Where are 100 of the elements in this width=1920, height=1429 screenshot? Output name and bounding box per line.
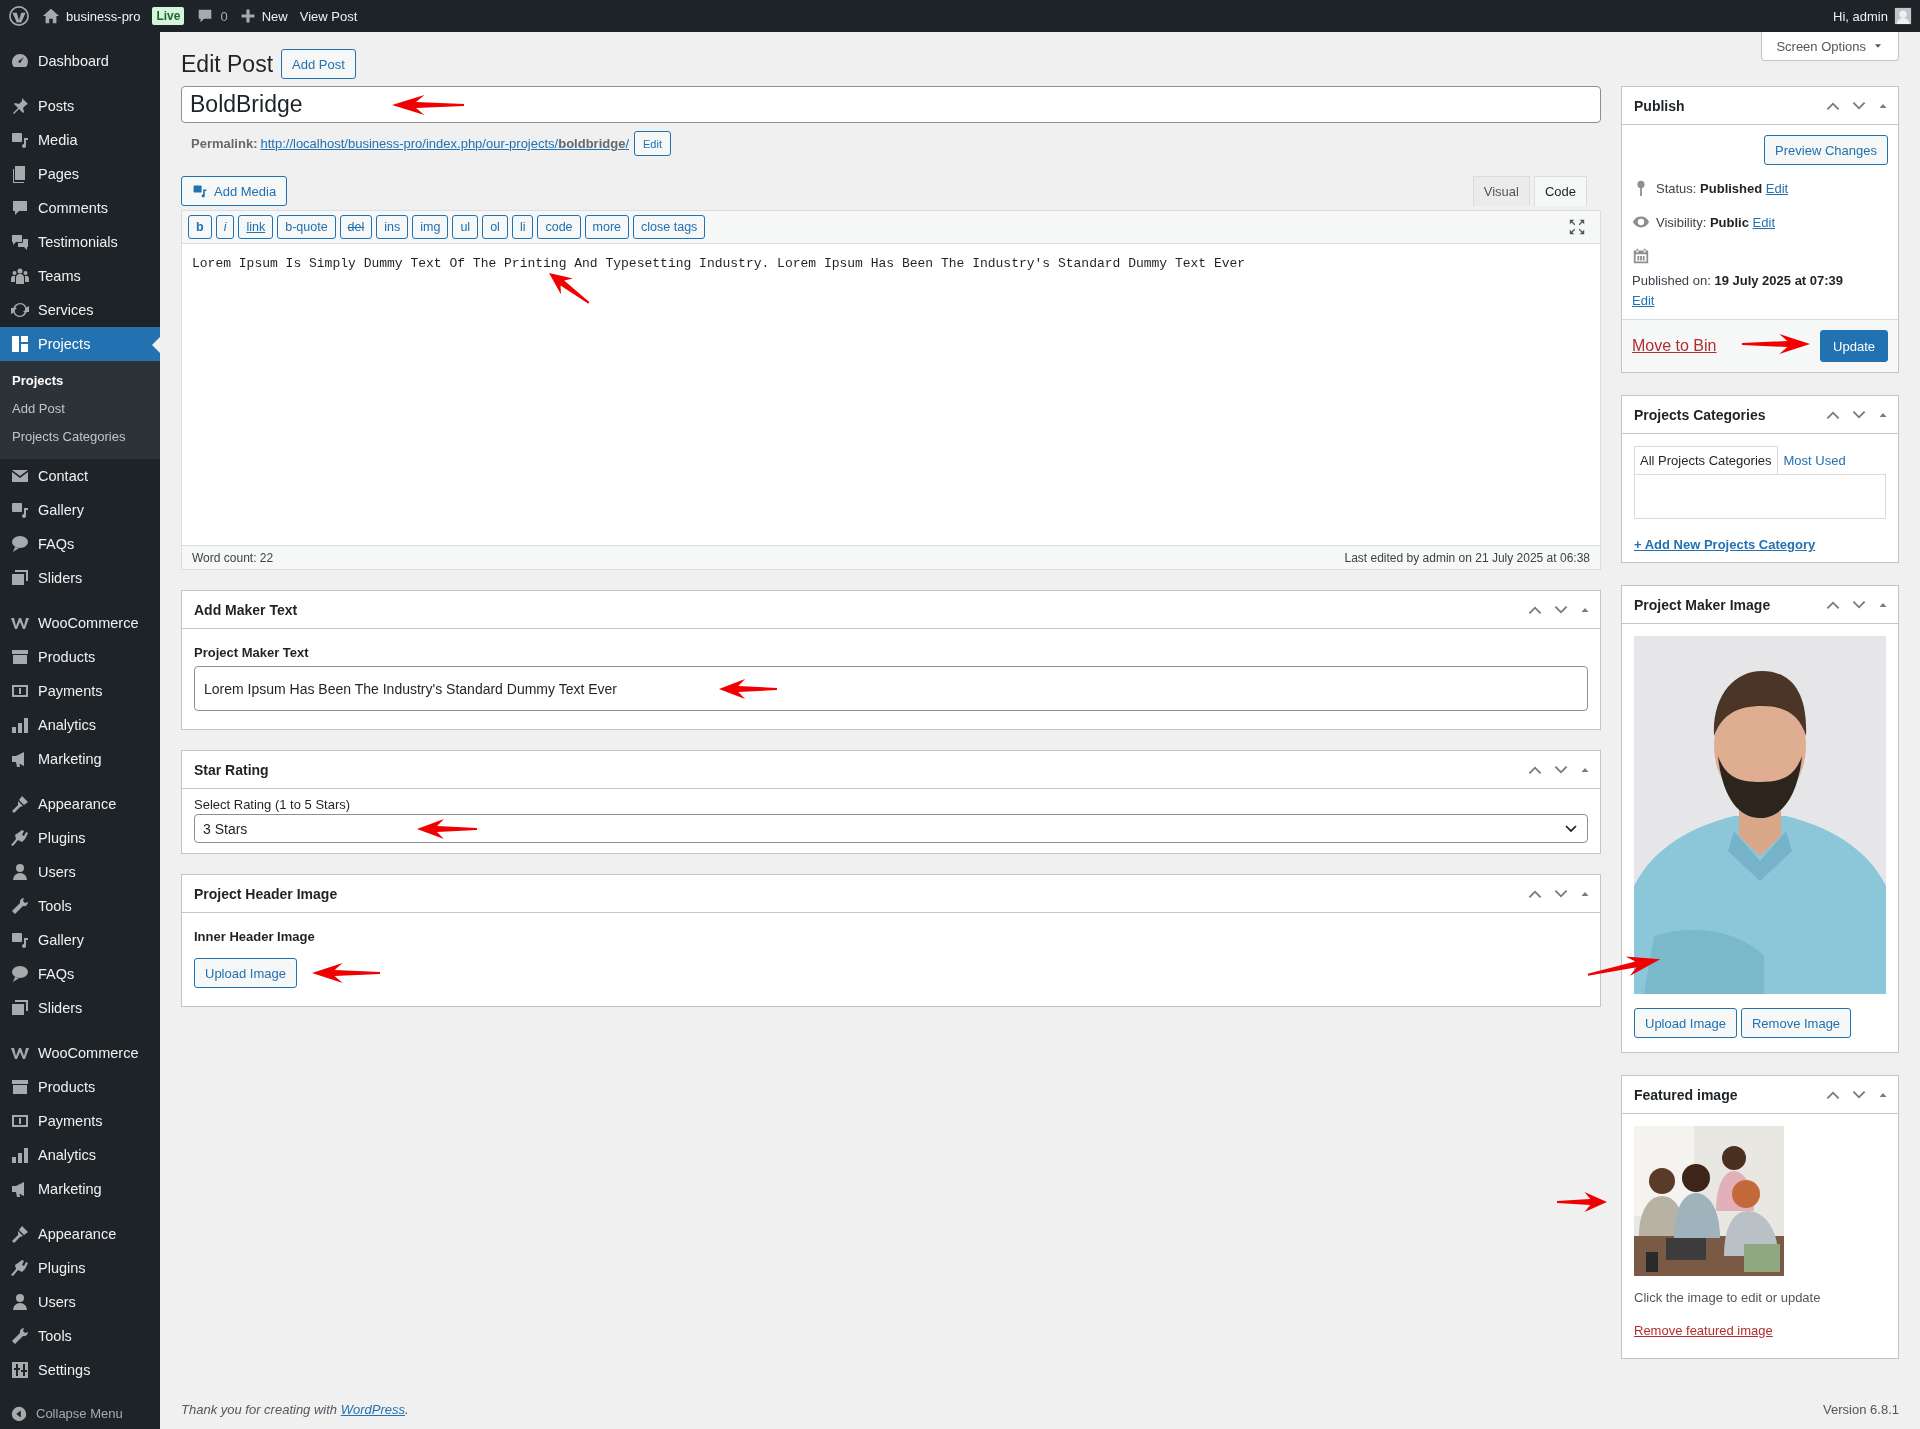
menu-item[interactable]: WooCommerce	[0, 1036, 160, 1070]
add-category-link[interactable]: + Add New Projects Category	[1634, 537, 1816, 552]
wordpress-link[interactable]: WordPress	[340, 1402, 405, 1417]
quicktag-button[interactable]: ul	[452, 215, 479, 239]
menu-item[interactable]: Plugins	[0, 821, 160, 855]
content-editor[interactable]: Lorem Ipsum Is Simply Dummy Text Of The Printing And Typesetting Industry. Lorem Ipsum Has Been The Industry's Standard Dummy Text Ever	[182, 244, 1600, 545]
menu-item[interactable]: Marketing	[0, 1172, 160, 1206]
add-post-button[interactable]: Add Post	[281, 49, 356, 79]
quicktag-button[interactable]: ol	[482, 215, 508, 239]
menu-item[interactable]: Teams	[0, 259, 160, 293]
screen-options-button[interactable]: Screen Options	[1761, 32, 1899, 61]
menu-item[interactable]: Services	[0, 293, 160, 327]
edit-link[interactable]: Edit	[1765, 181, 1789, 196]
quicktag-button[interactable]: li	[511, 215, 534, 239]
menu-item[interactable]: Tools	[0, 1319, 160, 1353]
archive-icon	[10, 647, 30, 667]
menu-item[interactable]: Products	[0, 1070, 160, 1104]
menu-item[interactable]: FAQs	[0, 527, 160, 561]
wrench-icon	[10, 896, 30, 916]
upload-image-button[interactable]: Upload Image	[194, 958, 297, 988]
menu-item[interactable]: Gallery	[0, 493, 160, 527]
menu-item[interactable]: Users	[0, 855, 160, 889]
category-tab[interactable]: All Projects Categories	[1634, 446, 1778, 474]
menu-item[interactable]: Tools	[0, 889, 160, 923]
comment-count[interactable]: 0	[220, 8, 228, 24]
word-count: Word count: 22	[192, 550, 274, 565]
slides-icon	[10, 998, 30, 1018]
featured-image-hint: Click the image to edit or update	[1634, 1290, 1822, 1305]
menu-item[interactable]: Appearance	[0, 1217, 160, 1251]
arrow-icon	[1557, 1192, 1607, 1212]
quicktag-button[interactable]: b-quote	[277, 215, 336, 239]
image-button[interactable]: Remove Image	[1740, 1008, 1852, 1038]
editor-tab[interactable]: Code	[1533, 176, 1587, 206]
update-button[interactable]: Update	[1820, 330, 1888, 362]
menu-item[interactable]: Comments	[0, 191, 160, 225]
last-edited-text: Last edited by admin on 21 July 2025 at 06:38	[1344, 550, 1590, 565]
menu-item[interactable]: Analytics	[0, 708, 160, 742]
rating-select[interactable]: 3 Stars	[194, 814, 1588, 843]
menu-item[interactable]: Users	[0, 1285, 160, 1319]
menu-item[interactable]: Testimonials	[0, 225, 160, 259]
submenu-item[interactable]: Add Post	[0, 395, 160, 423]
wrench-icon	[10, 1326, 30, 1346]
move-to-bin-link[interactable]: Move to Bin	[1632, 337, 1717, 355]
greeting-link[interactable]: Hi, admin	[1833, 8, 1888, 24]
sync-icon	[10, 300, 30, 320]
user-icon	[10, 1292, 30, 1312]
menu-item[interactable]: Contact	[0, 459, 160, 493]
post-title-field[interactable]: BoldBridge	[181, 86, 1601, 123]
plus-icon	[239, 8, 256, 24]
quicktag-button[interactable]: close tags	[633, 215, 706, 239]
menu-item[interactable]: WooCommerce	[0, 606, 160, 640]
edit-link[interactable]: Edit	[1752, 215, 1775, 230]
collapse-menu-button[interactable]: Collapse Menu	[0, 1398, 160, 1429]
quicktag-button[interactable]: ins	[376, 215, 409, 239]
box-title: Projects Categories	[1634, 406, 1767, 423]
menu-item[interactable]: Payments	[0, 1104, 160, 1138]
box-title: Publish	[1634, 97, 1686, 114]
remove-featured-image-link[interactable]: Remove featured image	[1634, 1323, 1773, 1338]
version-text: Version 6.8.1	[1823, 1402, 1899, 1417]
menu-item[interactable]: Payments	[0, 674, 160, 708]
menu-item[interactable]: Sliders	[0, 561, 160, 595]
menu-item[interactable]: Posts	[0, 89, 160, 123]
view-post-link[interactable]: View Post	[299, 8, 358, 24]
menu-item[interactable]: Analytics	[0, 1138, 160, 1172]
menu-item[interactable]: Media	[0, 123, 160, 157]
menu-item[interactable]: Settings	[0, 1353, 160, 1387]
add-media-button[interactable]: Add Media	[181, 176, 288, 206]
quicktag-button[interactable]: link	[238, 215, 274, 239]
site-name-link[interactable]: business-pro	[66, 8, 141, 24]
menu-item[interactable]: Projects	[0, 327, 160, 361]
menu-item[interactable]: Products	[0, 640, 160, 674]
quicktag-button[interactable]: more	[584, 215, 630, 239]
brush-icon	[10, 794, 30, 814]
category-tab[interactable]: Most Used	[1777, 446, 1852, 474]
quicktag-button[interactable]: i	[215, 215, 235, 239]
menu-item[interactable]: Appearance	[0, 787, 160, 821]
menu-item[interactable]: Sliders	[0, 991, 160, 1025]
submenu-item[interactable]: Projects Categories	[0, 423, 160, 451]
quicktag-button[interactable]: b	[188, 215, 212, 239]
menu-item[interactable]: Marketing	[0, 742, 160, 776]
preview-changes-button[interactable]: Preview Changes	[1764, 135, 1888, 165]
image-button[interactable]: Upload Image	[1634, 1008, 1737, 1038]
maker-text-field[interactable]: Lorem Ipsum Has Been The Industry's Standard Dummy Text Ever	[194, 666, 1588, 711]
chat-icon	[10, 964, 30, 984]
field-label: Select Rating (1 to 5 Stars)	[194, 797, 352, 812]
quicktag-button[interactable]: code	[537, 215, 581, 239]
edit-permalink-button[interactable]: Edit	[634, 131, 671, 156]
new-link[interactable]: New	[261, 8, 288, 24]
permalink-link[interactable]: http://localhost/business-pro/index.php/our-projects/boldbridge/	[260, 136, 629, 151]
quicktag-button[interactable]: img	[412, 215, 449, 239]
menu-item[interactable]: Dashboard	[0, 44, 160, 78]
menu-item[interactable]: Pages	[0, 157, 160, 191]
menu-item[interactable]: FAQs	[0, 957, 160, 991]
menu-item[interactable]: Gallery	[0, 923, 160, 957]
quicktag-button[interactable]: del	[339, 215, 373, 239]
bar-chart-icon	[10, 715, 30, 735]
menu-item[interactable]: Plugins	[0, 1251, 160, 1285]
edit-link[interactable]: Edit	[1632, 293, 1655, 308]
submenu-item[interactable]: Projects	[0, 367, 160, 395]
editor-tab[interactable]: Visual	[1472, 176, 1530, 206]
